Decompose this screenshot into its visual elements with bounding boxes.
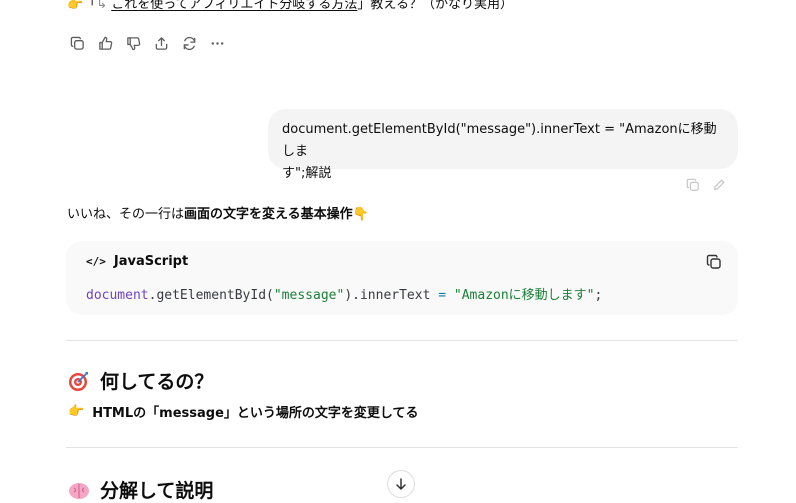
more-options-button[interactable] (206, 34, 228, 52)
divider (66, 340, 738, 341)
bad-response-button[interactable] (122, 34, 144, 52)
good-response-button[interactable] (94, 34, 116, 52)
share-button[interactable] (150, 34, 172, 52)
assistant-intro: いいね、その一行は画面の文字を変える基本操作👇 (67, 207, 369, 222)
previous-suggestion: 👉「↳ これを使ってアフィリエイト分岐する方法」教える？（かなり実用） (67, 0, 513, 14)
code-token-string: "message" (273, 288, 345, 303)
pointing-hand-emoji: 👉 (67, 0, 84, 12)
intro-highlight: 画面の文字を変える基本操作 (184, 207, 353, 222)
copy-code-button[interactable] (706, 254, 724, 272)
message-actions (66, 34, 228, 52)
share-icon (155, 36, 167, 50)
copy-icon (706, 254, 721, 269)
code-language: JavaScript (113, 254, 189, 269)
pointing-hand-emoji: 👉 (68, 404, 85, 419)
reply-arrow-icon: ↳ (96, 0, 108, 12)
suggestion-suffix: 教える？（かなり実用） (370, 0, 513, 12)
regenerate-button[interactable] (178, 34, 200, 52)
point-text: HTMLの「message」という場所の文字を変更してる (92, 406, 419, 421)
copy-icon[interactable] (686, 178, 700, 192)
divider (66, 447, 738, 448)
code-token-end: ; (594, 288, 603, 303)
code-language-label: </> JavaScript (86, 254, 188, 269)
code-line: document.getElementById("message").inner… (86, 284, 602, 303)
thumbs-down-icon (126, 36, 140, 50)
brain-icon (69, 482, 89, 499)
user-message-bubble: document.getElementById("message").inner… (268, 109, 738, 181)
pointing-down-emoji: 👇 (352, 207, 369, 222)
user-message-line: document.getElementById("message").inner… (282, 122, 717, 159)
regenerate-icon (183, 36, 195, 50)
arrow-down-icon (396, 478, 406, 490)
code-token-method: .getElementById( (148, 288, 274, 303)
section-point: 👉 HTMLの「message」という場所の文字を変更してる (68, 402, 419, 421)
edit-icon[interactable] (712, 178, 726, 192)
section-title: 何してるの？ (100, 371, 214, 393)
copy-icon (70, 36, 84, 50)
code-token-object: document (86, 288, 149, 303)
target-icon (69, 371, 88, 391)
section-title: 分解して説明 (100, 480, 214, 502)
section-heading: 分解して説明 (68, 476, 213, 503)
scroll-to-bottom-button[interactable] (387, 470, 415, 498)
code-token-property: ).innerText (344, 288, 439, 303)
code-block (66, 241, 738, 315)
user-message-actions (686, 178, 726, 192)
more-icon (211, 41, 223, 45)
code-token-string: "Amazonに移動します" (453, 288, 595, 303)
code-token-operator: = (438, 288, 447, 303)
copy-button[interactable] (66, 34, 88, 52)
section-heading: 何してるの？ (68, 367, 213, 394)
code-icon: </> (86, 255, 106, 268)
suggestion-link[interactable]: これを使ってアフィリエイト分岐する方法 (111, 0, 357, 12)
thumbs-up-icon (98, 36, 112, 50)
user-message-line: す";解説 (282, 166, 332, 181)
